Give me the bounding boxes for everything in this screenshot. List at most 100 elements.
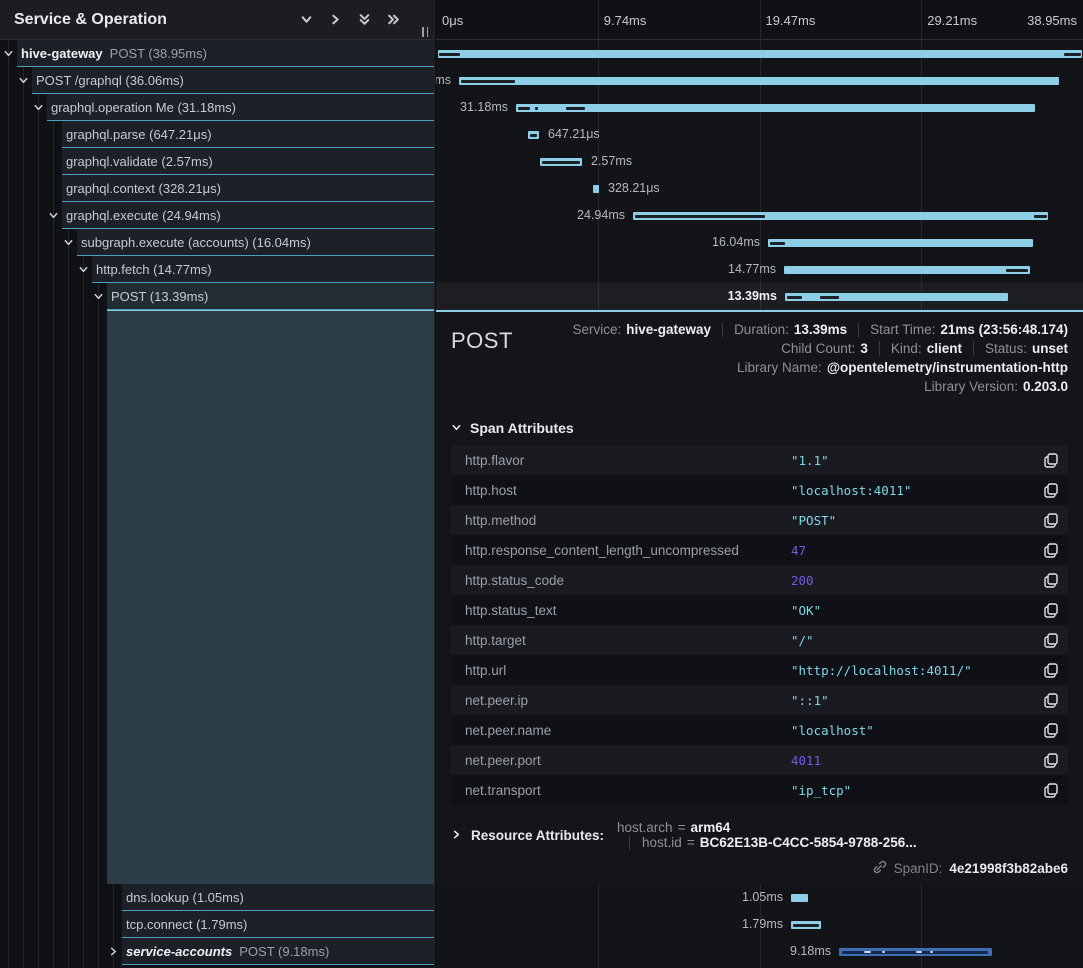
resource-attributes-row[interactable]: Resource Attributes: host.arch=arm64host…	[451, 820, 1068, 850]
span-duration-label: 647.21μs	[548, 121, 600, 148]
span-bar-tick	[864, 951, 871, 954]
copy-icon[interactable]	[1044, 603, 1058, 618]
meta-value: unset	[1032, 341, 1068, 356]
operation-name: graphql.parse (647.21μs)	[66, 127, 212, 142]
attribute-value: "http://localhost:4011/"	[791, 663, 972, 678]
copy-icon[interactable]	[1044, 723, 1058, 738]
tree-row-graphql-parse-647-21-s[interactable]: graphql.parse (647.21μs)	[62, 121, 434, 148]
copy-icon[interactable]	[1044, 483, 1058, 498]
meta-label: Library Name:	[737, 360, 822, 375]
operation-name: tcp.connect (1.79ms)	[126, 917, 247, 932]
indent-guide	[53, 40, 54, 968]
span-bar[interactable]	[459, 77, 1059, 85]
axis-tick-label: 19.47ms	[766, 0, 816, 40]
span-bar[interactable]	[785, 293, 1008, 301]
chevron-down-icon[interactable]	[63, 236, 74, 251]
resource-attribute-value: BC62E13B-C4CC-5854-9788-256...	[700, 835, 917, 850]
chevron-down-icon[interactable]	[3, 47, 14, 62]
span-bar-stripe	[566, 107, 585, 110]
timeline-lane: 13.39ms	[436, 283, 1083, 310]
chevron-right-icon[interactable]	[108, 945, 119, 960]
chevron-down-icon[interactable]	[48, 209, 59, 224]
axis-tick-label: 9.74ms	[604, 0, 647, 40]
span-meta-item: Duration:13.39ms	[722, 322, 847, 337]
span-bar-stripe	[461, 80, 515, 83]
copy-icon[interactable]	[1044, 663, 1058, 678]
resource-attribute-key: host.arch	[617, 820, 673, 835]
span-meta-item: Library Name:@opentelemetry/instrumentat…	[737, 360, 1068, 375]
timeline-lane: 647.21μs	[436, 121, 1083, 148]
span-duration-label: 1.05ms	[742, 884, 783, 911]
timeline-lane: 9.18ms	[436, 938, 1083, 965]
span-meta-line: Library Name:@opentelemetry/instrumentat…	[737, 360, 1068, 375]
tree-row-graphql-operation-me-31-18ms[interactable]: graphql.operation Me (31.18ms)	[47, 94, 434, 121]
chevron-down-icon[interactable]	[78, 263, 89, 278]
copy-icon[interactable]	[1044, 633, 1058, 648]
tree-row-graphql-execute-24-94ms[interactable]: graphql.execute (24.94ms)	[62, 202, 434, 229]
timeline-lane: 1.79ms	[436, 911, 1083, 938]
span-id-value: 4e21998f3b82abe6	[949, 861, 1068, 876]
double-chevron-right-icon[interactable]	[387, 13, 400, 26]
link-icon[interactable]	[873, 860, 887, 877]
timeline-lane: 14.77ms	[436, 256, 1083, 283]
copy-icon[interactable]	[1044, 453, 1058, 468]
attribute-row: net.peer.name"localhost"	[451, 715, 1068, 745]
span-bar[interactable]	[438, 50, 1082, 58]
attribute-key: net.peer.ip	[465, 693, 791, 708]
attribute-value: "::1"	[791, 693, 829, 708]
attribute-value: 200	[791, 573, 814, 588]
timeline-panel: 0μs9.74ms19.47ms29.21ms38.95ms 36.06ms31…	[436, 0, 1083, 968]
span-bar-stripe	[1006, 269, 1028, 272]
copy-icon[interactable]	[1044, 753, 1058, 768]
span-meta-line: Service:hive-gatewayDuration:13.39msStar…	[572, 322, 1068, 337]
chevron-down-icon[interactable]	[300, 13, 313, 26]
attribute-key: net.transport	[465, 783, 791, 798]
tree-row-graphql-validate-2-57ms[interactable]: graphql.validate (2.57ms)	[62, 148, 434, 175]
attribute-key: http.response_content_length_uncompresse…	[465, 543, 791, 558]
timeline-lanes-bottom: 1.05ms1.79ms9.18ms	[436, 884, 1083, 968]
meta-value: 13.39ms	[794, 322, 847, 337]
copy-icon[interactable]	[1044, 543, 1058, 558]
timeline-lane: 16.04ms	[436, 229, 1083, 256]
tree-row-tcp-connect-1-79ms[interactable]: tcp.connect (1.79ms)	[122, 911, 434, 938]
span-duration-label: 2.57ms	[591, 148, 632, 175]
chevron-down-icon[interactable]	[93, 290, 104, 305]
service-operation-header: Service & Operation	[0, 0, 434, 40]
tree-row-hive-gateway[interactable]: hive-gatewayPOST (38.95ms)	[17, 40, 434, 67]
span-duration-label: 9.18ms	[790, 938, 831, 965]
span-bar-stripe	[1064, 53, 1081, 56]
span-meta-item: Kind:client	[879, 341, 962, 356]
tree-row-subgraph-execute-accounts-16-04ms[interactable]: subgraph.execute (accounts) (16.04ms)	[77, 229, 434, 256]
panel-resize-handle[interactable]	[419, 25, 431, 39]
copy-icon[interactable]	[1044, 693, 1058, 708]
indent-guide	[38, 40, 39, 968]
tree-row-dns-lookup-1-05ms[interactable]: dns.lookup (1.05ms)	[122, 884, 434, 911]
resource-attribute-item: host.arch=arm64	[617, 820, 917, 835]
span-bar[interactable]	[768, 239, 1033, 247]
tree-row-post-13-39ms[interactable]: POST (13.39ms)	[107, 283, 434, 310]
tree-row-graphql-context-328-21-s[interactable]: graphql.context (328.21μs)	[62, 175, 434, 202]
service-name: service-accounts	[126, 944, 232, 959]
copy-icon[interactable]	[1044, 573, 1058, 588]
service-operation-panel: Service & Operation hive-gatewayPOST (38…	[0, 0, 435, 968]
meta-label: Start Time:	[870, 322, 935, 337]
chevron-down-icon[interactable]	[18, 74, 29, 89]
attribute-row: http.host"localhost:4011"	[451, 475, 1068, 505]
copy-icon[interactable]	[1044, 783, 1058, 798]
chevron-down-icon[interactable]	[33, 101, 44, 116]
span-bar[interactable]	[593, 185, 599, 193]
tree-row-service-accounts[interactable]: service-accountsPOST (9.18ms)	[122, 938, 434, 965]
span-bar-tick	[930, 951, 933, 954]
chevron-right-icon[interactable]	[329, 13, 342, 26]
span-bar[interactable]	[516, 104, 1035, 112]
span-attributes-toggle[interactable]: Span Attributes	[451, 420, 1068, 436]
span-bar[interactable]	[791, 894, 808, 902]
double-chevron-down-icon[interactable]	[358, 13, 371, 26]
tree-row-post-graphql-36-06ms[interactable]: POST /graphql (36.06ms)	[32, 67, 434, 94]
span-bar-stripe	[820, 296, 839, 299]
attribute-key: http.method	[465, 513, 791, 528]
span-duration-label: 16.04ms	[712, 229, 760, 256]
tree-row-http-fetch-14-77ms[interactable]: http.fetch (14.77ms)	[92, 256, 434, 283]
span-bar[interactable]	[784, 266, 1030, 274]
copy-icon[interactable]	[1044, 513, 1058, 528]
